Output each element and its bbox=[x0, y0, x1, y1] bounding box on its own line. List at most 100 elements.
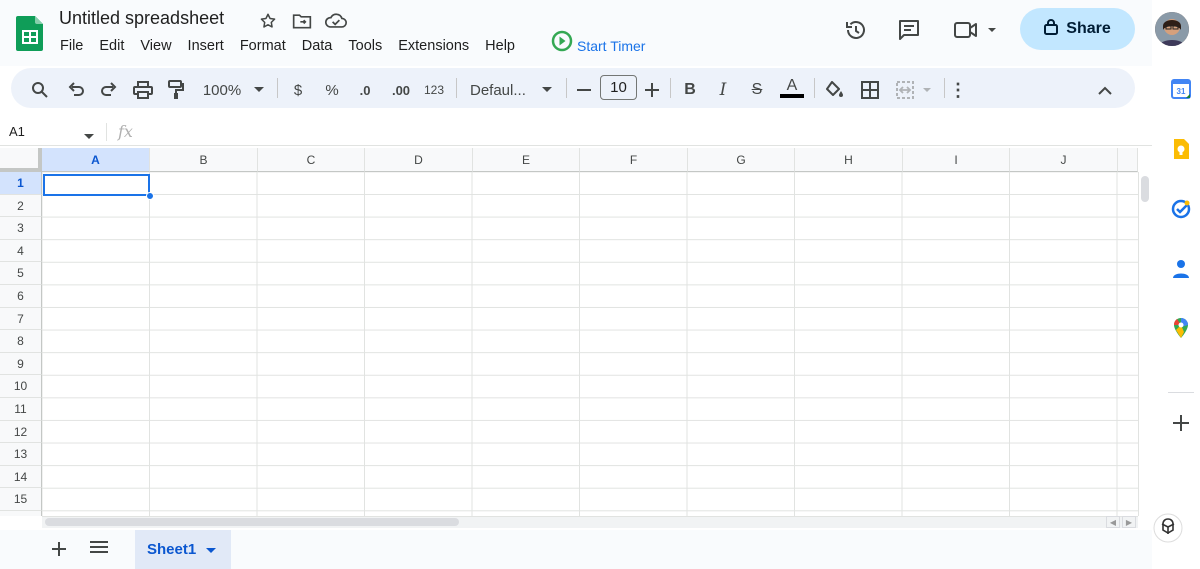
sheet-tab-dropdown-icon[interactable] bbox=[206, 541, 217, 558]
row-header-10[interactable]: 10 bbox=[0, 375, 42, 398]
font-family-select[interactable]: Defaul... bbox=[470, 78, 532, 102]
maps-icon[interactable] bbox=[1170, 317, 1192, 339]
fill-handle[interactable] bbox=[146, 192, 154, 200]
currency-format-button[interactable]: $ bbox=[288, 78, 308, 102]
horizontal-scroll-thumb[interactable] bbox=[45, 518, 459, 526]
redo-icon[interactable] bbox=[99, 78, 119, 102]
menu-edit[interactable]: Edit bbox=[91, 36, 132, 56]
share-button[interactable]: Share bbox=[1020, 8, 1135, 50]
column-header-g[interactable]: G bbox=[688, 148, 795, 172]
menu-file[interactable]: File bbox=[52, 36, 91, 56]
name-box-dropdown-icon[interactable] bbox=[84, 127, 94, 145]
vertical-scrollbar[interactable] bbox=[1138, 172, 1152, 516]
row-header-11[interactable]: 11 bbox=[0, 398, 42, 421]
more-options-button[interactable]: ⋮ bbox=[949, 78, 967, 102]
vertical-scroll-thumb[interactable] bbox=[1141, 176, 1149, 202]
select-all-corner[interactable] bbox=[0, 148, 42, 172]
column-header-k[interactable] bbox=[1118, 148, 1138, 172]
row-header-5[interactable]: 5 bbox=[0, 262, 42, 285]
contacts-icon[interactable] bbox=[1170, 258, 1192, 280]
column-header-a[interactable]: A bbox=[42, 148, 150, 172]
merge-cells-icon[interactable] bbox=[895, 78, 935, 102]
sheet-tab-sheet1[interactable]: Sheet1 bbox=[135, 530, 231, 569]
cloud-saved-icon[interactable] bbox=[324, 11, 348, 31]
side-panel-divider bbox=[1168, 392, 1194, 393]
paint-format-icon[interactable] bbox=[166, 78, 186, 102]
increase-decimal-label: .00 bbox=[391, 82, 411, 98]
sheets-logo-icon[interactable] bbox=[16, 14, 44, 52]
row-header-4[interactable]: 4 bbox=[0, 240, 42, 262]
menu-extensions[interactable]: Extensions bbox=[390, 36, 477, 56]
row-header-14[interactable]: 14 bbox=[0, 466, 42, 488]
row-header-8[interactable]: 8 bbox=[0, 330, 42, 353]
row-header-1[interactable]: 1 bbox=[0, 172, 42, 195]
strikethrough-button[interactable]: S bbox=[747, 78, 767, 102]
name-box[interactable]: A1 bbox=[9, 124, 25, 139]
menu-data[interactable]: Data bbox=[294, 36, 341, 56]
zoom-select[interactable]: 100% bbox=[200, 78, 244, 102]
font-size-input[interactable]: 10 bbox=[600, 75, 637, 100]
menu-format[interactable]: Format bbox=[232, 36, 294, 56]
increase-font-size-icon[interactable] bbox=[643, 78, 661, 102]
add-sheet-icon[interactable] bbox=[48, 538, 70, 560]
percent-format-button[interactable]: % bbox=[322, 78, 342, 102]
row-header-3[interactable]: 3 bbox=[0, 217, 42, 240]
collapse-toolbar-icon[interactable] bbox=[1096, 78, 1114, 102]
calendar-icon[interactable]: 31 bbox=[1170, 78, 1192, 100]
text-color-button[interactable]: A bbox=[779, 76, 805, 100]
column-header-i[interactable]: I bbox=[903, 148, 1010, 172]
menu-view[interactable]: View bbox=[132, 36, 179, 56]
column-header-f[interactable]: F bbox=[580, 148, 688, 172]
bold-button[interactable]: B bbox=[681, 78, 699, 102]
move-folder-icon[interactable] bbox=[290, 11, 314, 31]
scroll-left-icon[interactable]: ◀ bbox=[1106, 516, 1120, 528]
undo-icon[interactable] bbox=[66, 78, 86, 102]
all-sheets-menu-icon[interactable] bbox=[90, 540, 112, 560]
column-header-h[interactable]: H bbox=[795, 148, 903, 172]
assistant-bubble-icon[interactable] bbox=[1152, 512, 1184, 544]
selected-cell-a1[interactable] bbox=[43, 174, 150, 196]
number-format-button[interactable]: 123 bbox=[422, 78, 446, 102]
avatar[interactable] bbox=[1155, 12, 1189, 46]
decrease-decimal-button[interactable]: .0 bbox=[354, 78, 376, 102]
start-timer-button[interactable]: Start Timer bbox=[551, 28, 645, 54]
column-header-c[interactable]: C bbox=[258, 148, 365, 172]
print-icon[interactable] bbox=[132, 78, 154, 102]
tasks-icon[interactable] bbox=[1170, 198, 1192, 220]
row-header-7[interactable]: 7 bbox=[0, 308, 42, 330]
row-header-2[interactable]: 2 bbox=[0, 195, 42, 217]
cell-area[interactable] bbox=[42, 172, 1138, 516]
meet-call-button[interactable] bbox=[950, 14, 1000, 46]
star-icon[interactable] bbox=[256, 11, 280, 31]
document-title[interactable]: Untitled spreadsheet bbox=[59, 8, 224, 29]
formula-divider bbox=[106, 123, 107, 141]
column-header-d[interactable]: D bbox=[365, 148, 473, 172]
row-header-6[interactable]: 6 bbox=[0, 285, 42, 308]
row-header-9[interactable]: 9 bbox=[0, 353, 42, 375]
row-header-15[interactable]: 15 bbox=[0, 488, 42, 511]
decrease-font-size-icon[interactable] bbox=[575, 78, 593, 102]
menu-help[interactable]: Help bbox=[477, 36, 523, 56]
search-menus-icon[interactable] bbox=[30, 78, 50, 102]
spreadsheet-grid[interactable]: A B C D E F G H I J 1 2 3 4 5 6 7 8 9 10… bbox=[0, 148, 1138, 516]
version-history-icon[interactable] bbox=[840, 14, 872, 46]
italic-button[interactable]: I bbox=[714, 78, 732, 102]
keep-icon[interactable] bbox=[1170, 138, 1192, 160]
menu-insert[interactable]: Insert bbox=[180, 36, 232, 56]
text-color-label: A bbox=[786, 77, 798, 94]
row-header-12[interactable]: 12 bbox=[0, 421, 42, 443]
add-addon-icon[interactable] bbox=[1170, 412, 1192, 434]
scroll-right-icon[interactable]: ▶ bbox=[1122, 516, 1136, 528]
row-header-13[interactable]: 13 bbox=[0, 443, 42, 466]
font-dropdown-icon[interactable] bbox=[540, 78, 554, 102]
increase-decimal-button[interactable]: .00 bbox=[388, 78, 414, 102]
column-header-j[interactable]: J bbox=[1010, 148, 1118, 172]
zoom-dropdown-icon[interactable] bbox=[252, 78, 266, 102]
borders-icon[interactable] bbox=[860, 78, 880, 102]
row-header-16[interactable] bbox=[0, 511, 42, 516]
column-header-b[interactable]: B bbox=[150, 148, 258, 172]
comments-icon[interactable] bbox=[893, 14, 925, 46]
fill-color-icon[interactable] bbox=[825, 78, 845, 102]
menu-tools[interactable]: Tools bbox=[340, 36, 390, 56]
column-header-e[interactable]: E bbox=[473, 148, 580, 172]
